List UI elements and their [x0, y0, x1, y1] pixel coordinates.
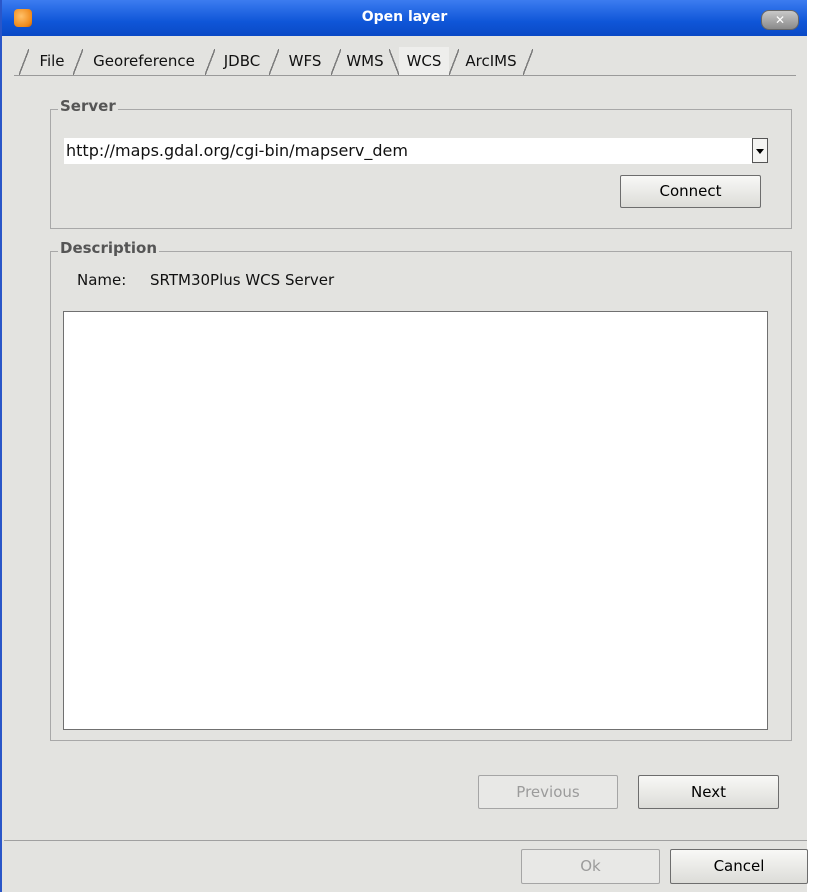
tab-separator	[269, 49, 279, 75]
description-group-title: Description	[58, 239, 160, 257]
description-text-area[interactable]	[63, 311, 768, 730]
title-bar[interactable]: Open layer ✕	[2, 0, 807, 36]
name-label: Name:	[77, 271, 127, 289]
tab-separator	[73, 49, 83, 75]
tab-underline	[14, 75, 796, 76]
tab-separator	[523, 49, 533, 75]
window-title: Open layer	[361, 9, 448, 25]
tab-arcims[interactable]: ArcIMS	[459, 47, 523, 75]
tab-separator	[449, 49, 459, 75]
previous-button[interactable]: Previous	[478, 775, 618, 809]
server-url-field[interactable]: http://maps.gdal.org/cgi-bin/mapserv_dem	[64, 138, 752, 164]
tab-separator	[331, 49, 341, 75]
server-group-title: Server	[58, 97, 118, 115]
footer-divider	[4, 840, 807, 841]
close-icon[interactable]: ✕	[761, 10, 799, 30]
connect-button[interactable]: Connect	[620, 175, 761, 208]
tab-jdbc[interactable]: JDBC	[215, 47, 269, 75]
tab-georeference[interactable]: Georeference	[83, 47, 205, 75]
server-group	[50, 109, 792, 229]
tab-separator	[19, 49, 29, 75]
tab-file[interactable]: File	[31, 47, 73, 75]
next-button[interactable]: Next	[638, 775, 779, 809]
tab-wfs[interactable]: WFS	[279, 47, 331, 75]
tab-wms[interactable]: WMS	[341, 47, 389, 75]
tab-separator	[389, 49, 399, 75]
tab-wcs[interactable]: WCS	[399, 47, 449, 75]
open-layer-dialog: Open layer ✕ File Georeference JDBC WFS …	[0, 0, 808, 892]
tab-separator	[205, 49, 215, 75]
chevron-down-icon[interactable]	[752, 138, 768, 163]
cancel-button[interactable]: Cancel	[670, 849, 808, 884]
name-value: SRTM30Plus WCS Server	[150, 271, 335, 289]
ok-button[interactable]: Ok	[521, 849, 660, 884]
